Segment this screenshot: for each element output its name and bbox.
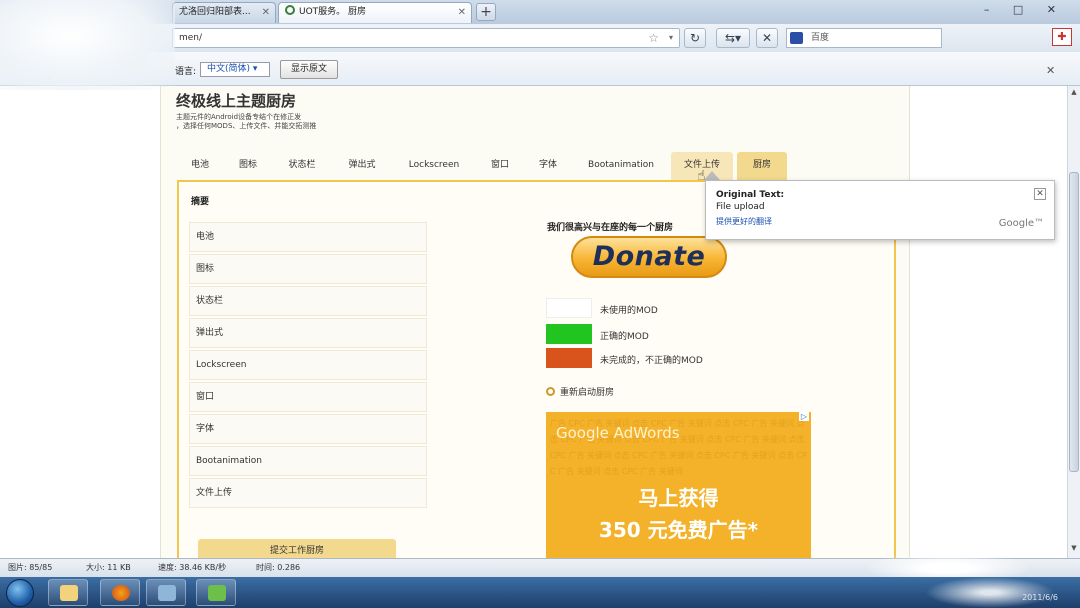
- tab-kitchen[interactable]: 厨房: [737, 152, 787, 180]
- taskbar: 2011/6/6: [0, 577, 1080, 608]
- original-text-popup: Original Text: File upload 提供更好的翻译 ✕ Goo…: [705, 180, 1055, 240]
- list-item-window[interactable]: 窗口: [189, 382, 427, 412]
- favicon-icon: [285, 5, 295, 15]
- stop-button[interactable]: ✕: [756, 28, 778, 48]
- bookmark-star-icon[interactable]: ☆: [648, 29, 659, 47]
- vertical-scrollbar[interactable]: ▲ ▼: [1067, 86, 1080, 558]
- page-viewport: 终极线上主题厨房 主题元件的Android设备专结个在修正发 ，选择任何MODS…: [0, 86, 1067, 558]
- list-item-file-upload[interactable]: 文件上传: [189, 478, 427, 508]
- bullet-icon: [546, 387, 555, 396]
- start-button[interactable]: [6, 579, 34, 607]
- status-bar: 图片: 85/85 大小: 11 KB 速度: 38.46 KB/秒 时间: 0…: [0, 553, 1080, 583]
- browser-tab-1[interactable]: 尤洛回归阳部表... ✕: [172, 2, 276, 23]
- tab-battery[interactable]: 电池: [181, 152, 219, 180]
- search-engine-icon[interactable]: [790, 32, 803, 44]
- firefox-icon: [112, 585, 130, 601]
- window-controls[interactable]: – □ ✕: [984, 3, 1066, 16]
- list-item-fonts[interactable]: 字体: [189, 414, 427, 444]
- system-clock: 2011/6/6: [1022, 593, 1058, 602]
- list-item-icons[interactable]: 图标: [189, 254, 427, 284]
- list-item-popup[interactable]: 弹出式: [189, 318, 427, 348]
- popup-original-text: File upload: [716, 202, 765, 212]
- url-bar[interactable]: men/ ☆ ▾: [172, 28, 680, 48]
- adwords-banner[interactable]: 广告 CPC 广告 关键词 点击 CPC 广告 关键词 点击 CPC 广告 关键…: [546, 412, 811, 558]
- tab-popup[interactable]: 弹出式: [337, 152, 387, 180]
- taskbar-explorer[interactable]: [48, 579, 88, 606]
- page-body: 终极线上主题厨房 主题元件的Android设备专结个在修正发 ，选择任何MODS…: [160, 86, 910, 558]
- google-logo: Google™: [998, 218, 1044, 229]
- legend-swatch-unused: [546, 298, 592, 318]
- browser-tab-1-label: 尤洛回归阳部表...: [179, 7, 251, 17]
- extension-icon[interactable]: ✚: [1052, 28, 1072, 46]
- legend-label-correct: 正确的MOD: [600, 332, 649, 342]
- list-item-statusbar[interactable]: 状态栏: [189, 286, 427, 316]
- mouse-cursor-icon: ☝: [697, 168, 706, 184]
- legend-swatch-incomplete: [546, 348, 592, 368]
- window-icon: [158, 585, 176, 601]
- better-translation-link[interactable]: 提供更好的翻译: [716, 216, 772, 227]
- reload-button[interactable]: ↻: [684, 28, 706, 48]
- reload-icon: ↻: [689, 31, 701, 45]
- donate-text: 我们很高兴与在座的每一个厨房: [547, 223, 674, 233]
- status-size: 大小: 11 KB: [86, 563, 131, 572]
- scroll-up-icon[interactable]: ▲: [1069, 88, 1079, 98]
- browser-tab-2[interactable]: UOT服务。 厨房 ✕: [278, 2, 472, 23]
- site-subtitle-2: ，选择任何MODS、上传文件、并能交拓测推: [176, 122, 317, 130]
- ad-headline: 马上获得: [638, 486, 719, 510]
- donate-button[interactable]: Donate: [571, 236, 727, 278]
- search-placeholder: 百度: [811, 33, 830, 43]
- url-dropdown-icon[interactable]: ▾: [669, 29, 673, 47]
- folder-icon: [60, 585, 78, 601]
- close-tab-1-icon[interactable]: ✕: [262, 3, 270, 22]
- popup-close-icon[interactable]: ✕: [1034, 188, 1046, 200]
- translate-bar-close-icon[interactable]: ✕: [1046, 64, 1055, 77]
- search-input[interactable]: 百度: [786, 28, 942, 48]
- browser-tab-2-label: UOT服务。 厨房: [299, 7, 367, 17]
- taskbar-app-3[interactable]: [146, 579, 186, 606]
- tab-statusbar[interactable]: 状态栏: [277, 152, 327, 180]
- language-select[interactable]: 中文(简体) ▾: [200, 62, 270, 77]
- submit-kitchen-button[interactable]: 提交工作厨房: [198, 539, 396, 558]
- tab-lockscreen[interactable]: Lockscreen: [401, 152, 467, 180]
- ad-brand: Google AdWords: [556, 424, 680, 442]
- popup-title: Original Text:: [716, 190, 785, 200]
- status-time: 时间: 0.286: [256, 563, 301, 572]
- stop-icon: ✕: [761, 31, 773, 45]
- addon-button[interactable]: ⇆▾: [716, 28, 750, 48]
- ad-offer: 350 元免费广告*: [598, 518, 759, 542]
- show-original-button[interactable]: 显示原文: [280, 60, 338, 79]
- restart-kitchen-link[interactable]: 重新启动厨房: [546, 385, 614, 398]
- adchoices-icon[interactable]: ▷: [798, 412, 809, 421]
- site-title: 终极线上主题厨房: [176, 92, 297, 110]
- scrollbar-thumb[interactable]: [1069, 172, 1079, 472]
- content-title: 摘要: [191, 197, 210, 207]
- legend-swatch-correct: [546, 324, 592, 344]
- scroll-down-icon[interactable]: ▼: [1069, 544, 1079, 554]
- tab-bootanimation[interactable]: Bootanimation: [581, 152, 661, 180]
- notepad-icon: [208, 585, 226, 601]
- list-item-bootanimation[interactable]: Bootanimation: [189, 446, 427, 476]
- screen-glare: [0, 0, 175, 90]
- taskbar-firefox[interactable]: [100, 579, 140, 606]
- legend-label-unused: 未使用的MOD: [600, 306, 658, 316]
- tab-window[interactable]: 窗口: [481, 152, 519, 180]
- status-images: 图片: 85/85: [8, 563, 53, 572]
- translate-language-label: 语言:: [175, 67, 197, 77]
- taskbar-app-4[interactable]: [196, 579, 236, 606]
- list-item-lockscreen[interactable]: Lockscreen: [189, 350, 427, 380]
- close-tab-2-icon[interactable]: ✕: [458, 3, 466, 22]
- tab-icons[interactable]: 图标: [229, 152, 267, 180]
- restart-kitchen-label: 重新启动厨房: [560, 388, 615, 398]
- legend-label-incomplete: 未完成的，不正确的MOD: [600, 356, 703, 366]
- url-text: men/: [179, 33, 203, 43]
- list-item-battery[interactable]: 电池: [189, 222, 427, 252]
- tab-fonts[interactable]: 字体: [529, 152, 567, 180]
- popup-pointer: [704, 171, 720, 180]
- status-speed: 速度: 38.46 KB/秒: [158, 563, 227, 572]
- new-tab-button[interactable]: +: [476, 3, 496, 21]
- addon-icon: ⇆▾: [724, 31, 742, 45]
